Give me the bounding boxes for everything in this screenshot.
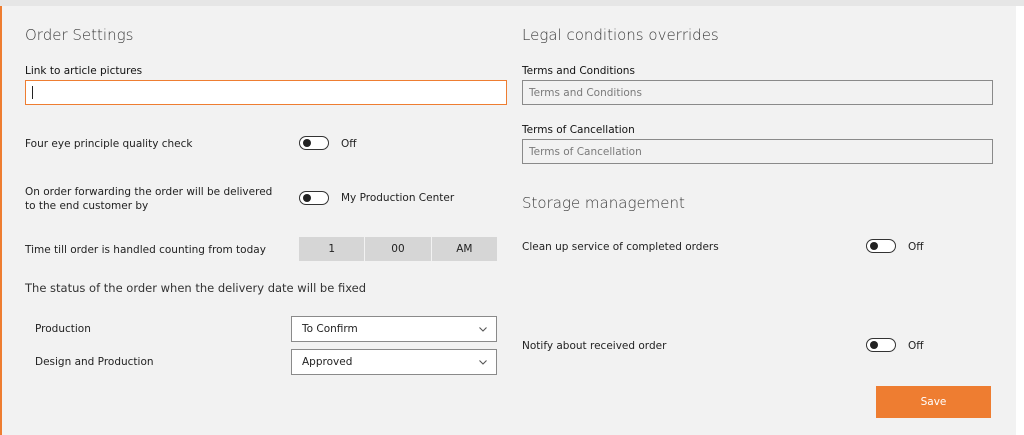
production-label: Production	[35, 323, 91, 335]
cancellation-placeholder: Terms of Cancellation	[529, 145, 642, 158]
time-hour[interactable]: 1	[299, 237, 366, 261]
terms-input[interactable]: Terms and Conditions	[522, 80, 993, 105]
order-settings-title: Order Settings	[25, 26, 134, 44]
production-select[interactable]: To Confirm	[291, 316, 497, 342]
save-button[interactable]: Save	[876, 386, 991, 418]
design-production-selected: Approved	[302, 356, 353, 368]
four-eye-label: Four eye principle quality check	[25, 138, 193, 150]
article-link-label: Link to article pictures	[25, 65, 143, 77]
cleanup-toggle[interactable]	[866, 239, 896, 253]
terms-label: Terms and Conditions	[522, 65, 635, 77]
notify-toggle[interactable]	[866, 338, 896, 352]
four-eye-state: Off	[341, 138, 357, 150]
chevron-down-icon	[479, 360, 487, 365]
notify-label: Notify about received order	[522, 340, 667, 352]
storage-title: Storage management	[522, 194, 685, 212]
cancellation-label: Terms of Cancellation	[522, 124, 635, 136]
time-till-label: Time till order is handled counting from…	[25, 244, 266, 256]
time-picker[interactable]: 1 00 AM	[299, 237, 497, 261]
chevron-down-icon	[479, 327, 487, 332]
cleanup-label: Clean up service of completed orders	[522, 241, 719, 253]
article-link-input[interactable]	[25, 80, 507, 105]
cleanup-state: Off	[908, 241, 924, 253]
forwarding-label: On order forwarding the order will be de…	[25, 186, 273, 212]
terms-placeholder: Terms and Conditions	[529, 86, 642, 99]
time-period[interactable]: AM	[432, 237, 497, 261]
legal-title: Legal conditions overrides	[522, 26, 719, 44]
design-production-select[interactable]: Approved	[291, 349, 497, 375]
forwarding-state: My Production Center	[341, 192, 455, 204]
time-minute[interactable]: 00	[365, 237, 432, 261]
text-caret	[32, 86, 33, 99]
forwarding-toggle[interactable]	[299, 191, 329, 205]
settings-panel: Order Settings Link to article pictures …	[0, 6, 1016, 435]
cancellation-input[interactable]: Terms of Cancellation	[522, 139, 993, 164]
notify-state: Off	[908, 340, 924, 352]
production-selected: To Confirm	[302, 323, 358, 335]
four-eye-toggle[interactable]	[299, 136, 329, 150]
status-heading: The status of the order when the deliver…	[25, 281, 367, 295]
design-production-label: Design and Production	[35, 356, 154, 368]
